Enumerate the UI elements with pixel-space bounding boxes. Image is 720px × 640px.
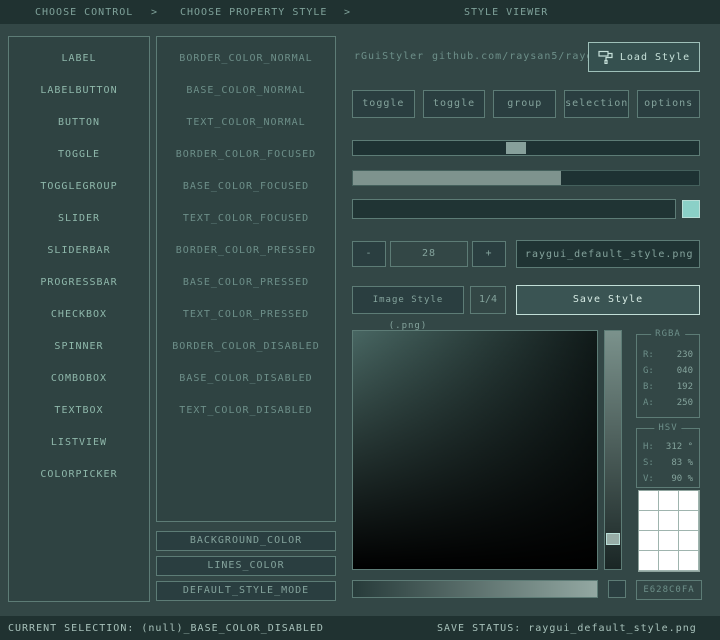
hue-slider-handle[interactable] [606,533,620,545]
hsv-group: HSV H: 312 ° S: 83 % V: 90 % [636,428,700,488]
rgba-row: B: 192 [637,379,699,395]
control-list-item[interactable]: LISTVIEW [9,427,149,459]
status-bar: CURRENT SELECTION: (null)_BASE_COLOR_DIS… [0,616,720,640]
rgba-channel-value: 250 [677,395,693,411]
rgba-channel-label: G: [643,363,654,379]
save-style-button[interactable]: Save Style [516,285,700,315]
checkbox-demo[interactable] [682,200,700,218]
rgba-channel-label: B: [643,379,654,395]
controls-list-panel: LABEL LABELBUTTON BUTTON TOGGLE TOGGLEGR… [8,36,150,602]
spinner-value[interactable]: 28 [390,241,468,267]
toggle-button[interactable]: selection [564,90,629,118]
colorpicker-sv-square[interactable] [352,330,598,570]
property-list-item[interactable]: TEXT_COLOR_NORMAL [157,107,335,139]
app-name-label: rGuiStyler [354,51,424,62]
filename-textbox[interactable]: raygui_default_style.png [516,240,700,268]
save-status: SAVE STATUS: raygui_default_style.png [437,623,697,634]
properties-list-panel: BORDER_COLOR_NORMAL BASE_COLOR_NORMAL TE… [156,36,336,522]
header-style-viewer: STYLE VIEWER [464,7,548,18]
extra-property-button[interactable]: DEFAULT_STYLE_MODE [156,581,336,601]
property-list-item[interactable]: BASE_COLOR_PRESSED [157,267,335,299]
spinner-plus-button[interactable]: + [472,241,506,267]
slider-demo[interactable] [352,140,700,156]
ratio-toggle[interactable]: 1/4 [470,286,506,314]
alpha-slider[interactable] [352,580,598,598]
hsv-row: S: 83 % [637,455,699,471]
hsv-channel-label: H: [643,439,654,455]
property-list-item[interactable]: TEXT_COLOR_DISABLED [157,395,335,427]
current-selection-status: CURRENT SELECTION: (null)_BASE_COLOR_DIS… [8,623,324,634]
rgba-row: G: 040 [637,363,699,379]
rgba-group-title: RGBA [651,329,685,339]
hex-color-textbox[interactable]: E628C0FA [636,580,702,600]
colorpicker-vertical-slider[interactable] [604,330,622,570]
hsv-channel-label: V: [643,471,654,487]
load-style-button[interactable]: Load Style [588,42,700,72]
chevron-right-icon: > [151,7,158,18]
property-list-item[interactable]: TEXT_COLOR_PRESSED [157,299,335,331]
color-palette-grid[interactable] [638,490,700,572]
control-list-item[interactable]: PROGRESSBAR [9,267,149,299]
property-list-item[interactable]: BORDER_COLOR_PRESSED [157,235,335,267]
control-list-item[interactable]: SPINNER [9,331,149,363]
property-list-item[interactable]: TEXT_COLOR_FOCUSED [157,203,335,235]
rgba-channel-label: R: [643,347,654,363]
property-list-item[interactable]: BORDER_COLOR_NORMAL [157,43,335,75]
property-list-item[interactable]: BORDER_COLOR_FOCUSED [157,139,335,171]
control-list-item[interactable]: SLIDERBAR [9,235,149,267]
slider-handle[interactable] [506,142,526,154]
hsv-group-title: HSV [654,423,681,433]
control-list-item[interactable]: TOGGLEGROUP [9,171,149,203]
control-list-item[interactable]: LABEL [9,43,149,75]
chevron-right-icon: > [344,7,351,18]
property-list-item[interactable]: BASE_COLOR_DISABLED [157,363,335,395]
rgba-channel-label: A: [643,395,654,411]
extra-property-button[interactable]: BACKGROUND_COLOR [156,531,336,551]
rgba-row: R: 230 [637,347,699,363]
textbox-demo[interactable] [352,199,676,219]
hsv-channel-value: 83 % [671,455,693,471]
control-list-item[interactable]: COMBOBOX [9,363,149,395]
rgba-row: A: 250 [637,395,699,411]
rgba-channel-value: 230 [677,347,693,363]
rgba-channel-value: 040 [677,363,693,379]
hsv-row: H: 312 ° [637,439,699,455]
repo-link-label: github.com/raysan5/raygui [432,51,608,62]
hsv-channel-label: S: [643,455,654,471]
control-list-item[interactable]: COLORPICKER [9,459,149,491]
control-list-item[interactable]: TOGGLE [9,139,149,171]
hsv-channel-value: 90 % [671,471,693,487]
property-list-item[interactable]: BORDER_COLOR_DISABLED [157,331,335,363]
header-choose-property: CHOOSE PROPERTY STYLE [180,7,327,18]
control-list-item[interactable]: CHECKBOX [9,299,149,331]
extra-property-button[interactable]: LINES_COLOR [156,556,336,576]
paint-roller-icon [598,50,614,64]
hsv-channel-value: 312 ° [666,439,693,455]
extra-property-buttons: BACKGROUND_COLOR LINES_COLOR DEFAULT_STY… [156,531,336,601]
control-list-item[interactable]: SLIDER [9,203,149,235]
toggle-button-row: toggle toggle group selection options [352,90,700,118]
image-style-button[interactable]: Image Style (.png) [352,286,464,314]
rgba-group: RGBA R: 230 G: 040 B: 192 A: 250 [636,334,700,418]
control-list-item[interactable]: TEXTBOX [9,395,149,427]
property-list-item[interactable]: BASE_COLOR_NORMAL [157,75,335,107]
progressbar-demo[interactable] [352,170,700,186]
header-choose-control: CHOOSE CONTROL [35,7,133,18]
control-list-item[interactable]: LABELBUTTON [9,75,149,107]
rgba-channel-value: 192 [677,379,693,395]
property-list-item[interactable]: BASE_COLOR_FOCUSED [157,171,335,203]
top-header-bar: CHOOSE CONTROL > CHOOSE PROPERTY STYLE >… [0,0,720,24]
progressbar-fill [353,171,561,185]
toggle-button[interactable]: options [637,90,700,118]
spinner-minus-button[interactable]: - [352,241,386,267]
alpha-slider-box[interactable] [608,580,626,598]
rguistyler-window: CHOOSE CONTROL > CHOOSE PROPERTY STYLE >… [0,0,720,640]
load-style-label: Load Style [620,52,690,63]
toggle-button[interactable]: toggle [423,90,486,118]
control-list-item[interactable]: BUTTON [9,107,149,139]
toggle-button[interactable]: group [493,90,556,118]
hsv-row: V: 90 % [637,471,699,487]
toggle-button[interactable]: toggle [352,90,415,118]
